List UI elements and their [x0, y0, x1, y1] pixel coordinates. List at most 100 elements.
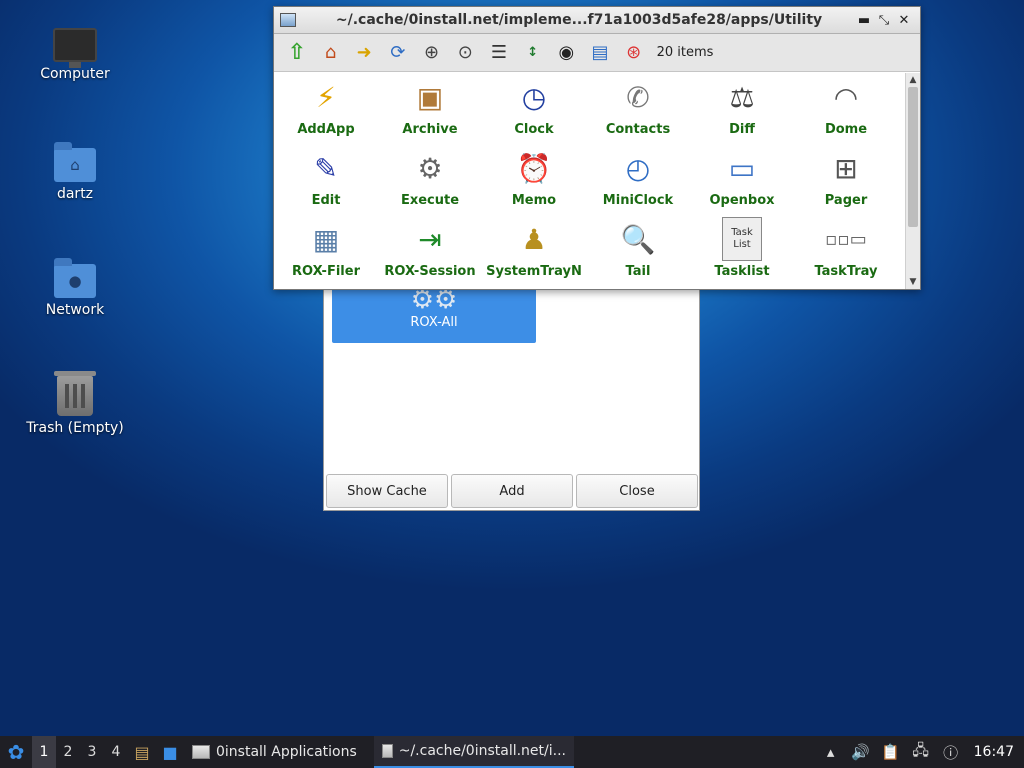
dialog-button-bar: Show Cache Add Close [326, 474, 698, 508]
window-titlebar[interactable]: ~/.cache/0install.net/impleme...f71a1003… [274, 7, 920, 34]
file-item[interactable]: ⊞ Pager [794, 144, 898, 215]
tasktray-icon: ▫▫▭ [825, 228, 867, 250]
file-item-label: ROX-Filer [292, 264, 360, 279]
file-item[interactable]: ✆ Contacts [586, 73, 690, 144]
pager-icon: ⊞ [834, 151, 858, 185]
file-item-label: Tail [625, 264, 651, 279]
show-hidden-icon[interactable]: ◉ [550, 38, 584, 68]
close-icon[interactable]: ✕ [894, 13, 914, 28]
window-title: ~/.cache/0install.net/impleme...f71a1003… [335, 12, 823, 28]
window-icon [280, 13, 296, 27]
task-rox-filer[interactable]: ~/.cache/0install.net/i... [374, 736, 574, 768]
file-item[interactable]: ▭ Openbox [690, 144, 794, 215]
memo-icon: ⏰ [516, 151, 552, 185]
window-icon [192, 745, 210, 759]
file-item[interactable]: ✎ Edit [274, 144, 378, 215]
window-icon [382, 744, 393, 758]
rox-filer-window: ~/.cache/0install.net/impleme...f71a1003… [273, 6, 921, 290]
start-menu-icon[interactable]: ✿ [0, 736, 32, 768]
file-item-label: Memo [511, 193, 557, 208]
file-grid: ⚡ AddApp ▣ Archive ◷ Clock ✆ Contacts ⚖ Diff … [274, 73, 906, 286]
scroll-down-icon[interactable]: ▼ [906, 275, 920, 289]
file-item[interactable]: ⚙ Execute [378, 144, 482, 215]
file-item-label: Archive [402, 122, 458, 137]
up-icon[interactable]: ⇧ [280, 38, 314, 68]
file-item-label: Clock [514, 122, 554, 137]
file-item[interactable]: Task List Tasklist [690, 215, 794, 286]
file-item-label: MiniClock [602, 193, 674, 208]
zoom-in-icon[interactable]: ⊕ [415, 38, 449, 68]
app-item-label: ROX-All [410, 315, 458, 330]
file-item[interactable]: ⏰ Memo [482, 144, 586, 215]
app-item-rox-all[interactable]: ⚙⚙ ROX-All [332, 283, 536, 343]
show-desktop-icon[interactable]: ■ [156, 736, 184, 768]
scroll-thumb[interactable] [908, 87, 918, 227]
file-item[interactable]: ⚡ AddApp [274, 73, 378, 144]
workspace-4[interactable]: 4 [104, 736, 128, 768]
item-count: 20 items [656, 45, 714, 60]
task-zeroinstall-applications[interactable]: 0install Applications [184, 736, 374, 768]
close-button[interactable]: Close [576, 474, 698, 508]
refresh-icon[interactable]: ⟳ [381, 38, 415, 68]
desktop-icon-home-folder[interactable]: ⌂ dartz [14, 140, 136, 202]
clipboard-icon[interactable]: 📋 [876, 743, 906, 761]
addapp-icon: ⚡ [316, 80, 336, 114]
tray-up-arrow-icon[interactable]: ▴ [816, 743, 846, 761]
sort-icon[interactable]: ↕ [516, 38, 550, 68]
openbox-icon: ▭ [728, 151, 756, 185]
archive-icon: ▣ [416, 80, 444, 114]
taskbar: ✿ 1 2 3 4 ▤ ■ 0install Applications ~/.c… [0, 736, 1024, 768]
systemtray-icon: ♟ [521, 222, 547, 256]
edit-icon: ✎ [314, 151, 338, 185]
clock[interactable]: 16:47 [966, 744, 1024, 760]
file-item[interactable]: ▦ ROX-Filer [274, 215, 378, 286]
file-item[interactable]: ▫▫▭ TaskTray [794, 215, 898, 286]
scroll-up-icon[interactable]: ▲ [906, 73, 920, 87]
desktop-icon-network[interactable]: ● Network [14, 256, 136, 318]
file-item-label: Tasklist [714, 264, 770, 279]
vertical-scrollbar[interactable]: ▲ ▼ [905, 73, 920, 289]
file-manager-launcher-icon[interactable]: ▤ [128, 736, 156, 768]
filer-toolbar: ⇧ ⌂ ➜ ⟳ ⊕ ⊙ ☰ ↕ ◉ ▤ ⊛ 20 items [274, 34, 920, 72]
workspace-1[interactable]: 1 [32, 736, 56, 768]
network-icon[interactable]: 🖧 [906, 740, 936, 765]
add-button[interactable]: Add [451, 474, 573, 508]
file-item[interactable]: ◠ Dome [794, 73, 898, 144]
file-item-label: Diff [729, 122, 755, 137]
file-item[interactable]: ◷ Clock [482, 73, 586, 144]
file-item-label: ROX-Session [384, 264, 476, 279]
file-item-label: Dome [824, 122, 868, 137]
minimize-icon[interactable]: ▬ [854, 13, 874, 28]
show-cache-button[interactable]: Show Cache [326, 474, 448, 508]
details-icon[interactable]: ☰ [482, 38, 516, 68]
file-item[interactable]: ♟ SystemTrayN [482, 215, 586, 286]
contacts-icon: ✆ [626, 80, 650, 114]
select-icon[interactable]: ▤ [583, 38, 617, 68]
rox-session-icon: ⇥ [418, 222, 442, 256]
task-label: ~/.cache/0install.net/i... [398, 743, 566, 759]
desktop-icon-label: Network [45, 302, 105, 318]
notification-icon[interactable]: ⓘ [936, 742, 966, 763]
file-item[interactable]: ▣ Archive [378, 73, 482, 144]
help-icon[interactable]: ⊛ [617, 38, 651, 68]
file-item[interactable]: ⇥ ROX-Session [378, 215, 482, 286]
workspace-2[interactable]: 2 [56, 736, 80, 768]
zoom-fit-icon[interactable]: ⊙ [448, 38, 482, 68]
desktop-icon-computer[interactable]: Computer [14, 22, 136, 82]
home-folder-icon: ⌂ [54, 142, 96, 182]
file-item[interactable]: 🔍 Tail [586, 215, 690, 286]
file-item[interactable]: ◴ MiniClock [586, 144, 690, 215]
file-item-label: Openbox [709, 193, 775, 208]
volume-icon[interactable]: 🔊 [846, 743, 876, 761]
system-tray: ▴ 🔊 📋 🖧 ⓘ 16:47 [816, 736, 1024, 768]
workspace-3[interactable]: 3 [80, 736, 104, 768]
maximize-icon[interactable]: ⤡ [874, 13, 894, 28]
file-item-label: TaskTray [814, 264, 878, 279]
task-label: 0install Applications [216, 744, 357, 760]
desktop-icon-trash[interactable]: Trash (Empty) [14, 371, 136, 436]
home-icon[interactable]: ⌂ [314, 38, 348, 68]
file-item-label: Pager [824, 193, 868, 208]
go-icon[interactable]: ➜ [347, 38, 381, 68]
rox-filer-icon: ▦ [312, 222, 340, 256]
file-item[interactable]: ⚖ Diff [690, 73, 794, 144]
